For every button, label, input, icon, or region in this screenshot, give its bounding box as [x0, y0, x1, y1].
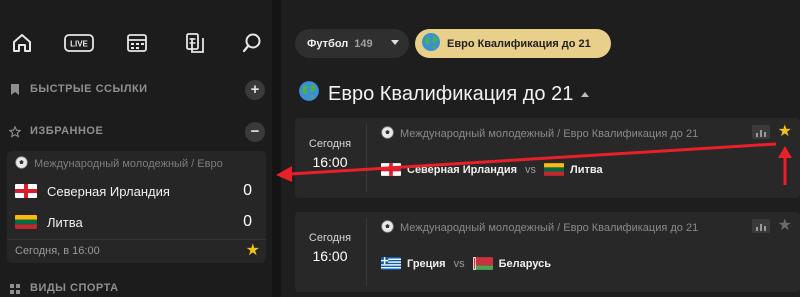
- league-filter-chip[interactable]: Евро Квалификация до 21: [415, 29, 611, 58]
- match-league-text: Международный молодежный / Евро Квалифик…: [400, 222, 699, 234]
- divider: [366, 124, 367, 192]
- match-time: 16:00: [312, 248, 348, 264]
- favorite-team-row: Северная Ирландия 0: [15, 181, 260, 201]
- match-date: Сегодня: [308, 138, 352, 150]
- soccer-ball-icon: [15, 156, 28, 172]
- match-card[interactable]: Сегодня 16:00 Международный молодежный /…: [295, 212, 800, 292]
- favorite-star-icon[interactable]: ★: [246, 243, 260, 259]
- favorite-team-score: 0: [243, 213, 252, 230]
- star-outline-icon: [9, 126, 21, 138]
- sport-filter-count: 149: [354, 37, 373, 50]
- favorite-team-score: 0: [243, 182, 252, 199]
- favorite-match-time: Сегодня, в 16:00: [15, 245, 100, 257]
- match-teams: Северная Ирландия vs Литва: [381, 163, 603, 176]
- search-icon[interactable]: [237, 28, 267, 58]
- greece-flag-icon: [381, 257, 401, 270]
- calendar-icon[interactable]: [122, 28, 152, 58]
- home-team-name[interactable]: Северная Ирландия: [407, 164, 517, 176]
- belarus-flag-icon: [472, 257, 493, 270]
- statistics-icon[interactable]: [752, 125, 770, 139]
- sidebar: LIVE БЫСТРЫЕ ССЫЛКИ + ИЗБРАННОЕ − Междун…: [0, 0, 272, 297]
- match-league: Международный молодежный / Евро Квалифик…: [381, 220, 698, 236]
- divider: [7, 239, 266, 240]
- quick-links-add-button[interactable]: +: [245, 80, 265, 100]
- favorite-match-card[interactable]: Международный молодежный / Евро Северная…: [7, 151, 266, 263]
- soccer-ball-icon: [381, 220, 394, 236]
- vs-label: vs: [453, 257, 465, 270]
- globe-icon: [421, 32, 441, 55]
- live-label: LIVE: [70, 40, 88, 49]
- favorite-league-text: Международный молодежный / Евро: [34, 158, 223, 170]
- favorites-collapse-button[interactable]: −: [245, 122, 265, 142]
- match-league-text: Международный молодежный / Евро Квалифик…: [400, 128, 699, 140]
- favorites-header[interactable]: ИЗБРАННОЕ −: [0, 122, 272, 142]
- away-team-name[interactable]: Беларусь: [499, 258, 551, 270]
- main-content: Футбол 149 Евро Квалификация до 21 Евро …: [281, 0, 800, 297]
- page-title: Евро Квалификация до 21: [298, 80, 590, 108]
- sport-filter-label: Футбол: [307, 37, 349, 50]
- quick-links-label: БЫСТРЫЕ ССЫЛКИ: [30, 83, 148, 95]
- match-card[interactable]: Сегодня 16:00 Международный молодежный /…: [295, 118, 800, 198]
- globe-icon: [298, 80, 320, 108]
- match-time: 16:00: [312, 154, 348, 170]
- live-icon[interactable]: LIVE: [63, 28, 95, 58]
- northern-ireland-flag-icon: [15, 184, 37, 198]
- top-nav: LIVE: [0, 28, 272, 62]
- lithuania-flag-icon: [15, 215, 37, 229]
- match-league: Международный молодежный / Евро Квалифик…: [381, 126, 698, 142]
- favorite-team-name: Северная Ирландия: [47, 183, 170, 199]
- favorite-star-icon[interactable]: ★: [778, 218, 792, 234]
- chevron-down-icon: [391, 40, 399, 45]
- lithuania-flag-icon: [544, 163, 565, 176]
- league-filter-label: Евро Квалификация до 21: [447, 37, 591, 50]
- vs-label: vs: [525, 163, 537, 176]
- sports-icon: [9, 283, 21, 295]
- match-date: Сегодня: [308, 232, 352, 244]
- home-icon[interactable]: [7, 28, 37, 58]
- northern-ireland-flag-icon: [381, 163, 401, 176]
- home-team-name[interactable]: Греция: [407, 258, 446, 270]
- coupon-icon[interactable]: [180, 28, 210, 58]
- favorite-league: Международный молодежный / Евро: [15, 156, 255, 172]
- favorite-star-icon[interactable]: ★: [778, 124, 792, 140]
- soccer-ball-icon: [381, 126, 394, 142]
- sports-header[interactable]: ВИДЫ СПОРТА: [0, 279, 272, 297]
- statistics-icon[interactable]: [752, 219, 770, 233]
- away-team-name[interactable]: Литва: [570, 164, 603, 176]
- sport-filter-chip[interactable]: Футбол 149: [295, 29, 409, 58]
- page-title-text: Евро Квалификация до 21: [328, 82, 574, 105]
- quick-links-header[interactable]: БЫСТРЫЕ ССЫЛКИ +: [0, 80, 272, 100]
- favorite-team-name: Литва: [47, 214, 83, 230]
- sports-label: ВИДЫ СПОРТА: [30, 282, 119, 294]
- chevron-up-icon[interactable]: [581, 91, 590, 97]
- match-teams: Греция vs Беларусь: [381, 257, 551, 270]
- favorite-team-row: Литва 0: [15, 212, 260, 232]
- divider: [366, 218, 367, 286]
- bookmark-icon: [9, 84, 21, 96]
- favorites-label: ИЗБРАННОЕ: [30, 125, 104, 137]
